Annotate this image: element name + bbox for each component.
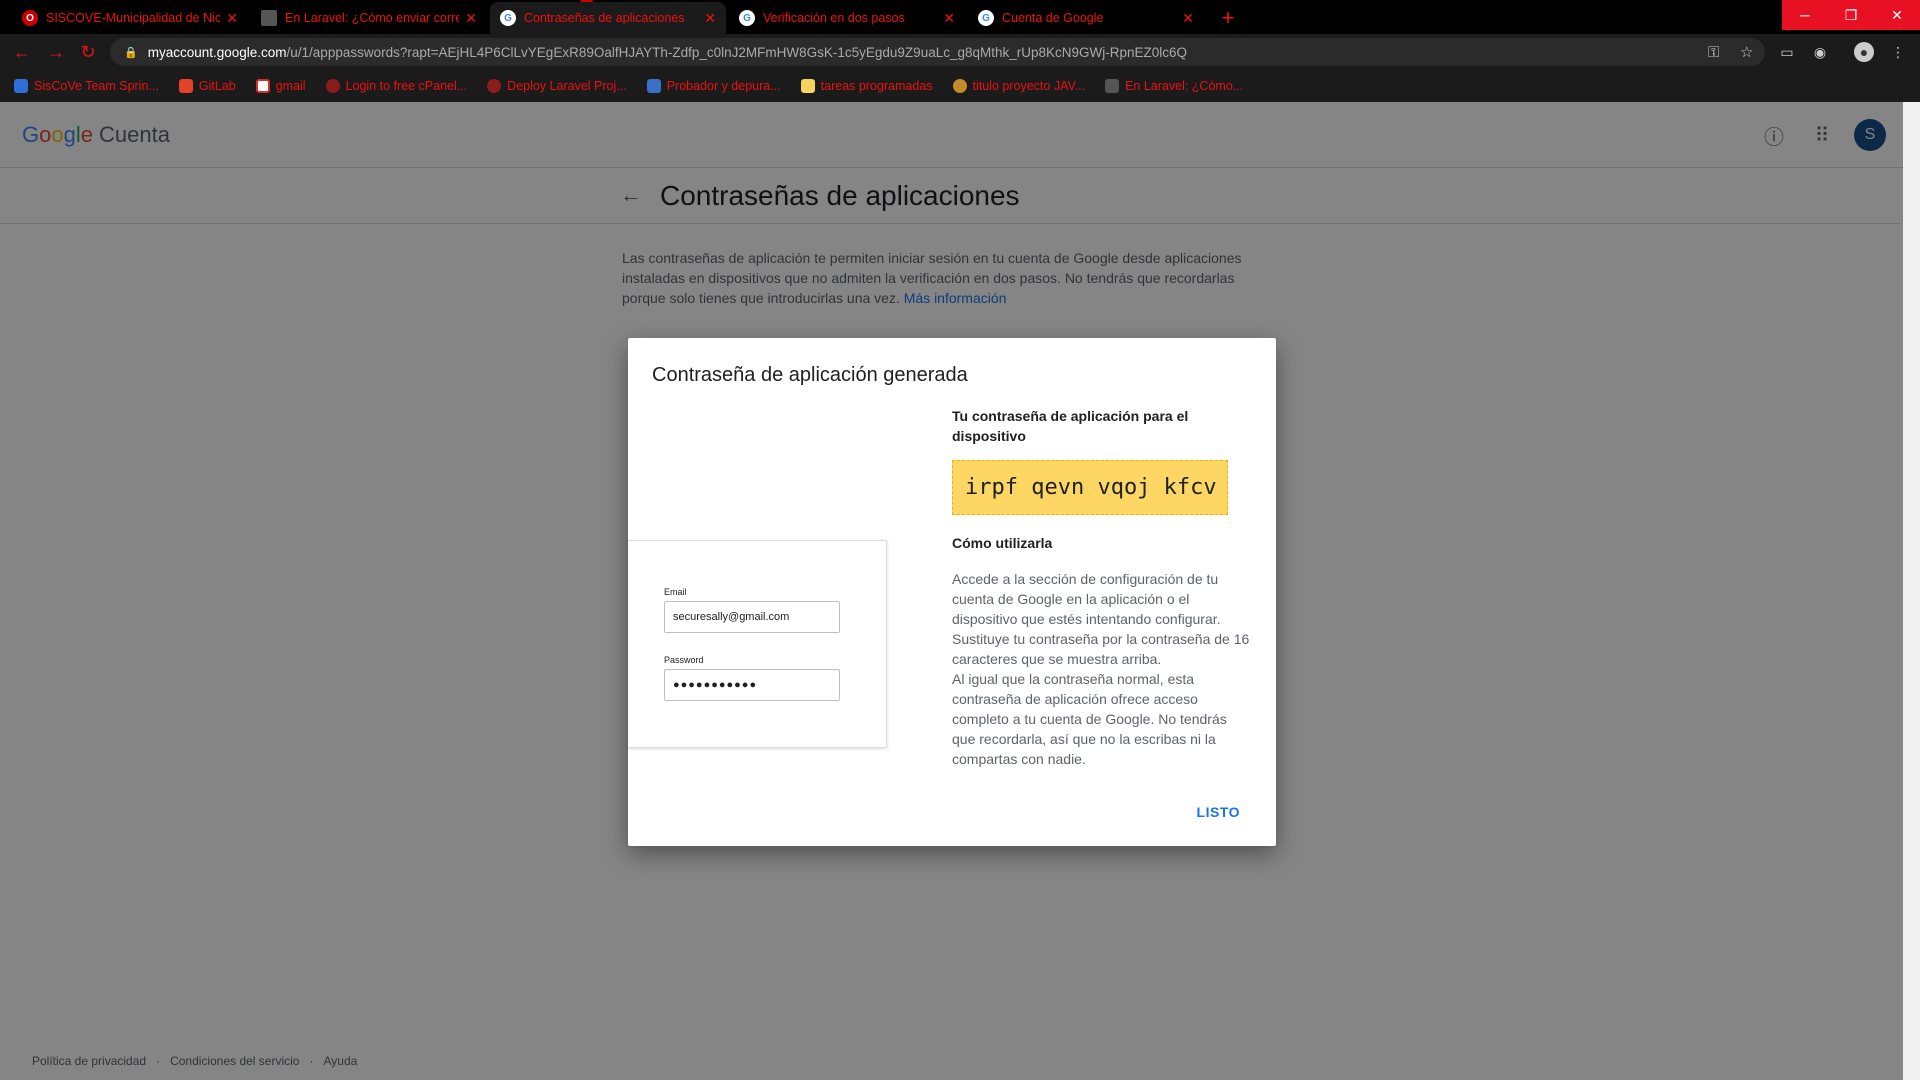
close-icon[interactable]: ✕ <box>226 10 238 27</box>
close-icon[interactable]: ✕ <box>704 10 716 27</box>
bookmark-regex-tester[interactable]: Probador y depura... <box>646 79 781 93</box>
google-icon: G <box>739 10 755 26</box>
google-icon: G <box>978 10 994 26</box>
bookmark-deploy-laravel[interactable]: Deploy Laravel Proj... <box>487 79 627 93</box>
opera-icon: O <box>22 10 38 26</box>
bookmark-titulo[interactable]: titulo proyecto JAV... <box>952 79 1085 93</box>
illustration-password-field: ●●●●●●●●●●● <box>664 669 840 701</box>
illustration-email-field: securesally@gmail.com <box>664 601 840 633</box>
how-to-use-heading: Cómo utilizarla <box>952 535 1053 551</box>
gmail-icon <box>255 79 270 93</box>
close-window-button[interactable]: ✕ <box>1874 0 1920 30</box>
browser-toolbar: ← → ↻ 🔒 myaccount.google.com /u/1/apppas… <box>0 34 1920 70</box>
tab-laravel[interactable]: En Laravel: ¿Cómo enviar correos ✕ <box>251 2 487 34</box>
close-icon[interactable]: ✕ <box>465 10 477 27</box>
folder-icon <box>800 79 815 93</box>
done-button[interactable]: LISTO <box>1197 804 1240 820</box>
page-icon <box>1105 79 1120 93</box>
tab-google-account[interactable]: G Cuenta de Google ✕ <box>968 2 1204 34</box>
extension-cast-icon[interactable]: ▭ <box>1777 42 1797 62</box>
tab-two-step[interactable]: G Verificación en dos pasos ✕ <box>729 2 965 34</box>
device-heading: Tu contraseña de aplicación para el disp… <box>952 408 1189 444</box>
bookmark-cpanel[interactable]: Login to free cPanel... <box>325 79 467 93</box>
extension-icon[interactable]: ◉ <box>1810 42 1830 62</box>
address-bar[interactable]: 🔒 myaccount.google.com /u/1/apppasswords… <box>110 38 1765 66</box>
bookmark-tareas[interactable]: tareas programadas <box>800 79 933 93</box>
star-icon[interactable]: ☆ <box>1740 38 1753 66</box>
tab-strip: O SISCOVE-Municipalidad de Nicoya ✕ En L… <box>0 0 1920 110</box>
login-illustration: Email securesally@gmail.com Password ●●●… <box>628 540 887 748</box>
tab-siscove[interactable]: O SISCOVE-Municipalidad de Nicoya ✕ <box>12 2 248 34</box>
restore-button[interactable]: ❐ <box>1828 0 1874 30</box>
cpanel-icon <box>325 79 340 93</box>
close-icon[interactable]: ✕ <box>1182 10 1194 27</box>
close-icon[interactable]: ✕ <box>943 10 955 27</box>
bookmark-gmail[interactable]: gmail <box>255 79 306 93</box>
dialog-title: Contraseña de aplicación generada <box>652 364 968 386</box>
dialog-details: Tu contraseña de aplicación para el disp… <box>952 406 1252 769</box>
instructions: Accede a la sección de configuración de … <box>952 571 1250 767</box>
app-password-value[interactable]: irpf qevn vqoj kfcv <box>952 460 1228 515</box>
reload-icon[interactable]: ↻ <box>76 40 100 64</box>
scrollbar[interactable] <box>1903 102 1920 1080</box>
bookmark-gitlab[interactable]: GitLab <box>178 79 236 93</box>
new-tab-button[interactable]: + <box>1215 5 1241 31</box>
bookmark-icon <box>952 79 967 93</box>
regex-icon <box>646 79 661 93</box>
tab-app-passwords[interactable]: G Contraseñas de aplicaciones ✕ <box>490 2 726 34</box>
gitlab-icon <box>178 79 193 93</box>
bookmark-laravel[interactable]: En Laravel: ¿Cómo... <box>1105 79 1243 93</box>
cpanel-icon <box>487 79 502 93</box>
illustration-email-label: Email <box>664 587 687 597</box>
back-icon[interactable]: ← <box>10 40 34 64</box>
page-icon <box>261 10 277 26</box>
lock-icon: 🔒 <box>124 46 138 59</box>
minimize-button[interactable]: ─ <box>1782 0 1828 30</box>
profile-icon[interactable]: ● <box>1854 42 1874 62</box>
illustration-password-label: Password <box>664 655 704 665</box>
bookmark-siscove[interactable]: SisCoVe Team Sprin... <box>14 79 159 93</box>
bookmarks-bar: SisCoVe Team Sprin... GitLab gmail Login… <box>0 70 1920 102</box>
google-icon: G <box>500 10 516 26</box>
forward-icon[interactable]: → <box>44 40 68 64</box>
bookmark-icon <box>14 79 28 93</box>
key-icon[interactable]: ⚿ <box>1708 38 1719 66</box>
app-password-dialog: Contraseña de aplicación generada Email … <box>628 338 1276 846</box>
menu-icon[interactable]: ⋮ <box>1888 42 1908 62</box>
